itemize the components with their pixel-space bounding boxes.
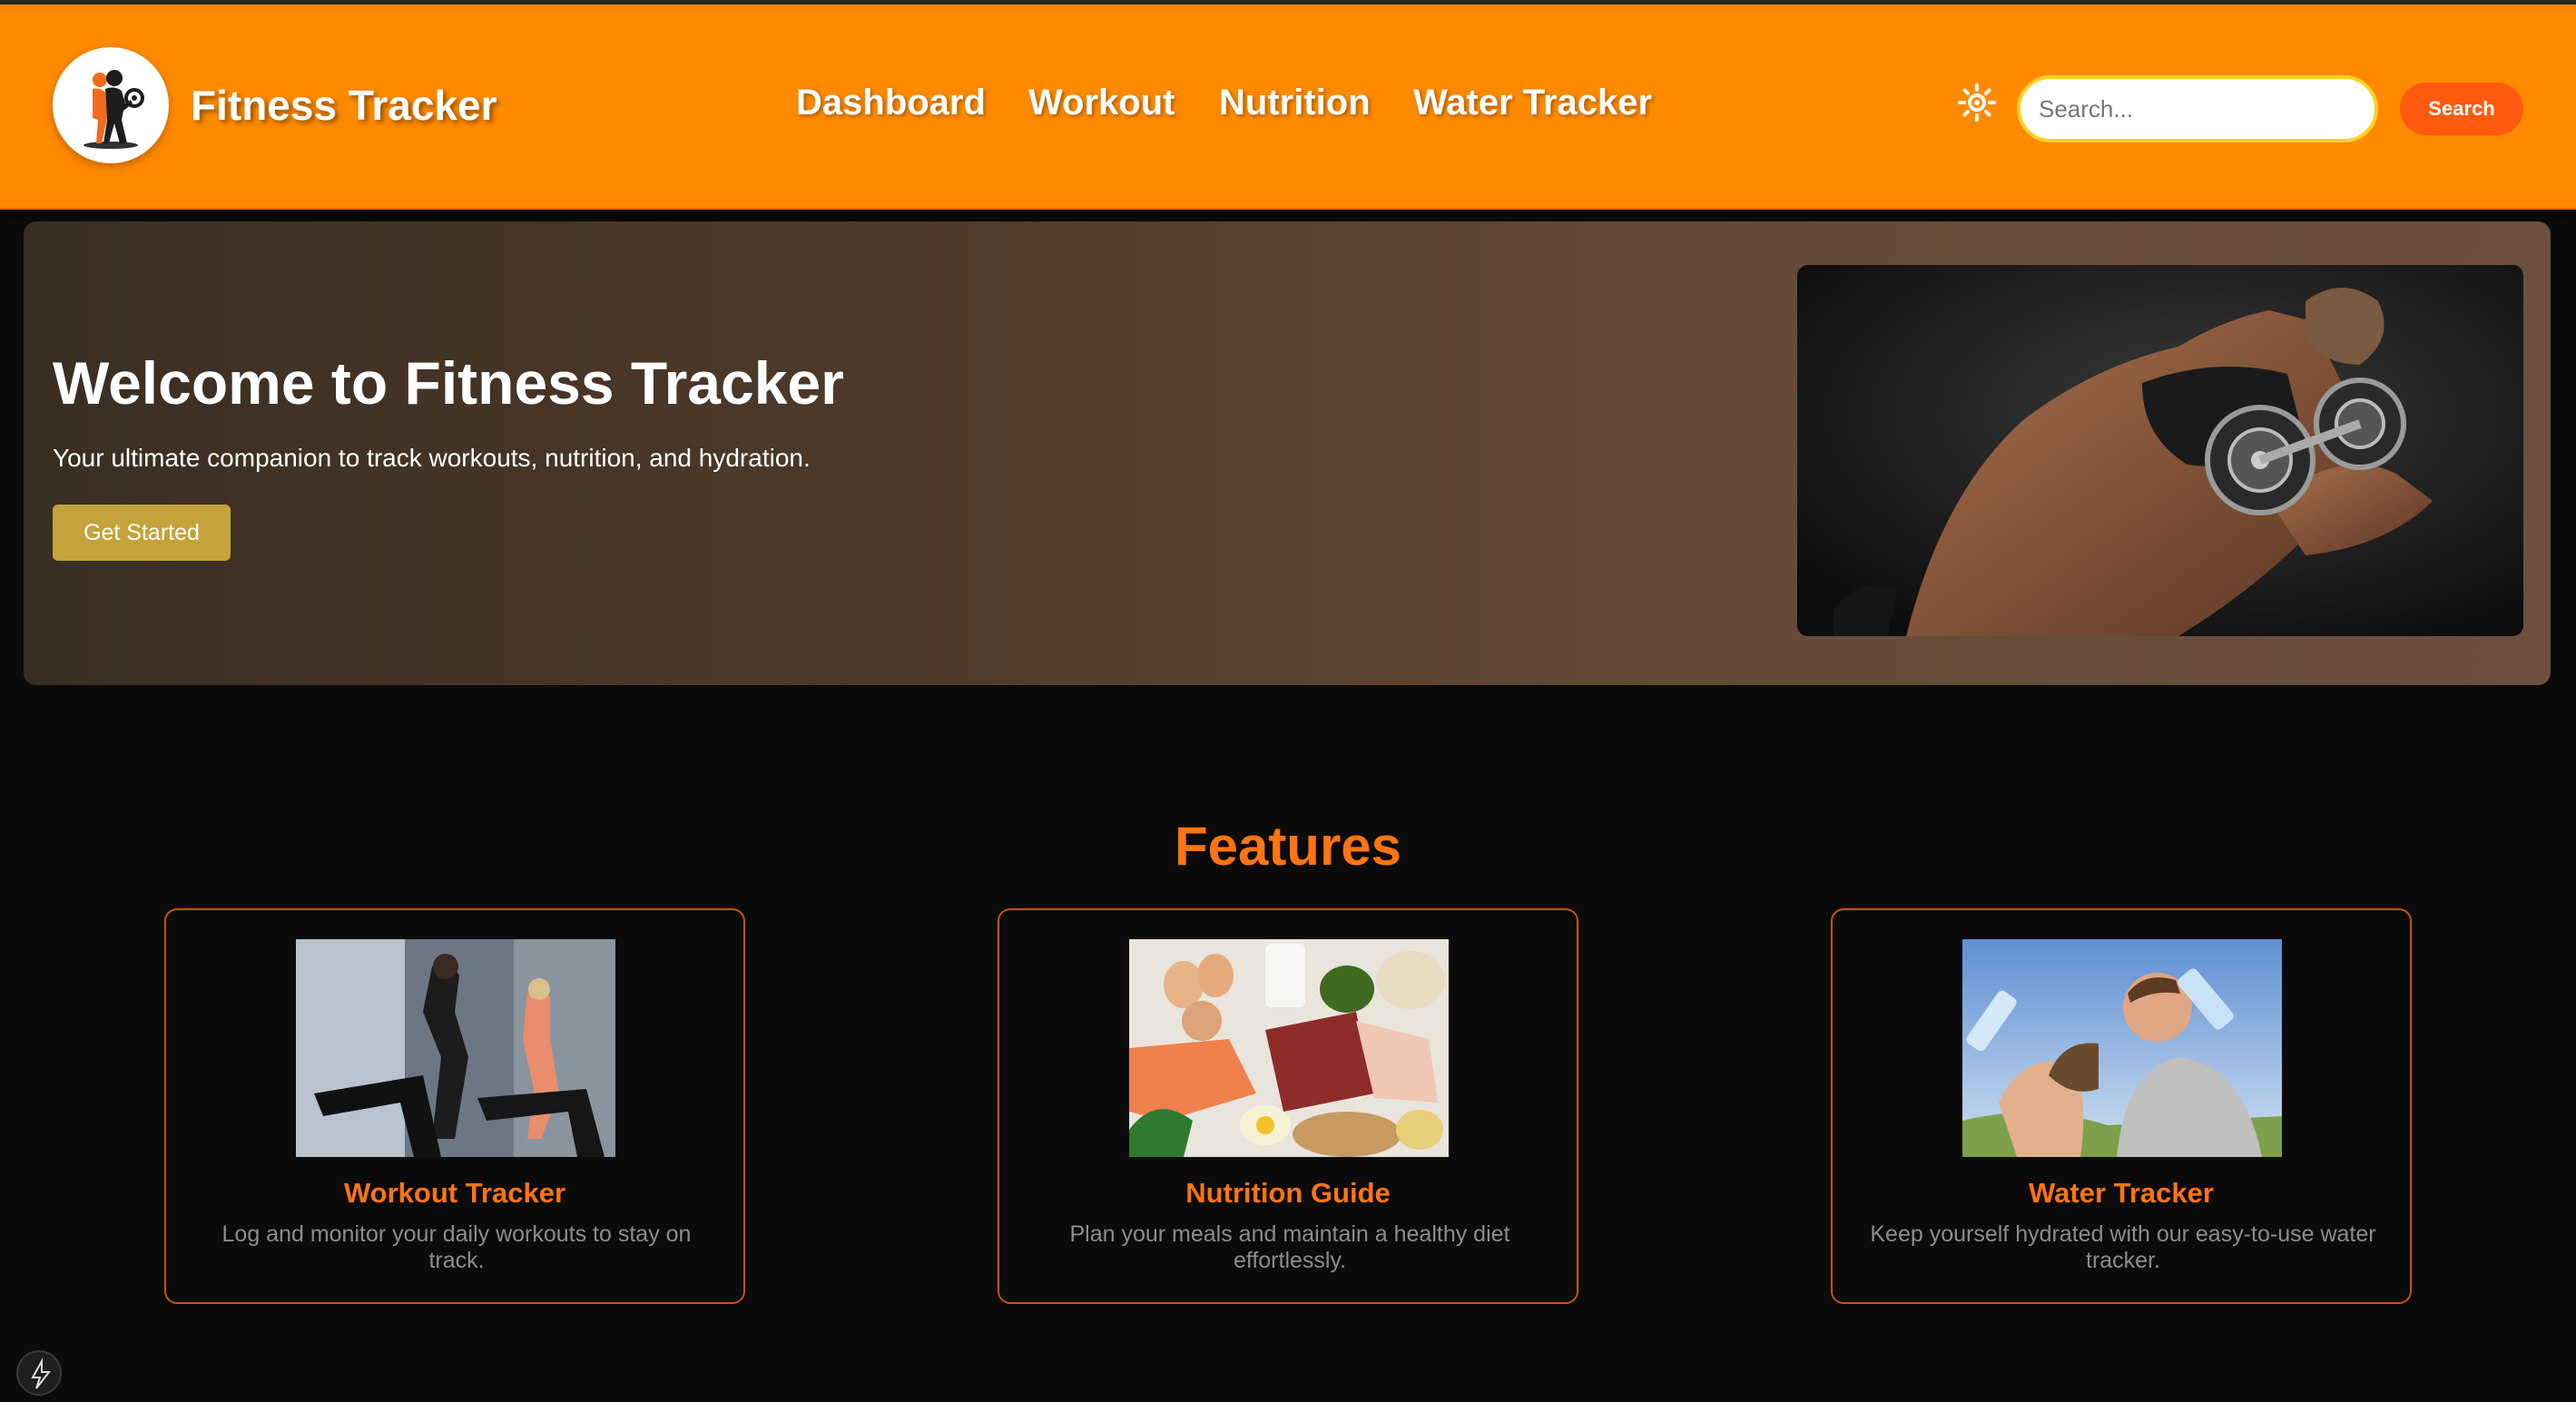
hero-image (1797, 265, 2523, 636)
site-logo[interactable] (53, 47, 169, 163)
feature-card-workout[interactable]: Workout Tracker Log and monitor your dai… (164, 908, 745, 1304)
site-header: Fitness Tracker Dashboard Workout Nutrit… (0, 5, 2576, 210)
card-title: Workout Tracker (343, 1177, 566, 1209)
card-description: Plan your meals and maintain a healthy d… (1069, 1221, 1510, 1273)
card-title: Nutrition Guide (1185, 1177, 1391, 1209)
features-heading: Features (1174, 816, 1402, 877)
nav-item-dashboard[interactable]: Dashboard (796, 83, 986, 123)
get-started-button[interactable]: Get Started (53, 505, 231, 561)
card-title: Water Tracker (2029, 1177, 2214, 1209)
fitness-person-dumbbell-icon (84, 70, 144, 149)
nutrition-card-image (1129, 939, 1449, 1157)
card-description: Log and monitor your daily workouts to s… (221, 1221, 692, 1273)
hero-title: Welcome to Fitness Tracker (53, 349, 844, 417)
nav-item-workout[interactable]: Workout (1028, 83, 1175, 123)
theme-toggle-button[interactable] (1957, 83, 1997, 123)
search-input[interactable] (2017, 75, 2378, 142)
card-description: Keep yourself hydrated with our easy-to-… (1870, 1221, 2376, 1273)
feature-card-water[interactable]: Water Tracker Keep yourself hydrated wit… (1831, 908, 2412, 1304)
feature-card-nutrition[interactable]: Nutrition Guide Plan your meals and main… (998, 908, 1578, 1304)
hero-subtitle: Your ultimate companion to track workout… (53, 444, 811, 472)
lightning-icon (31, 1358, 52, 1389)
brand-title[interactable]: Fitness Tracker (191, 81, 497, 130)
floating-action-button[interactable] (16, 1350, 62, 1396)
nav-item-water-tracker[interactable]: Water Tracker (1413, 83, 1652, 123)
workout-card-image (296, 939, 615, 1157)
hero-banner: Welcome to Fitness Tracker Your ultimate… (24, 221, 2551, 685)
water-card-image (1962, 939, 2282, 1157)
search-button[interactable]: Search (2400, 83, 2523, 135)
nav-item-nutrition[interactable]: Nutrition (1219, 83, 1371, 123)
sun-icon (1958, 83, 1996, 122)
